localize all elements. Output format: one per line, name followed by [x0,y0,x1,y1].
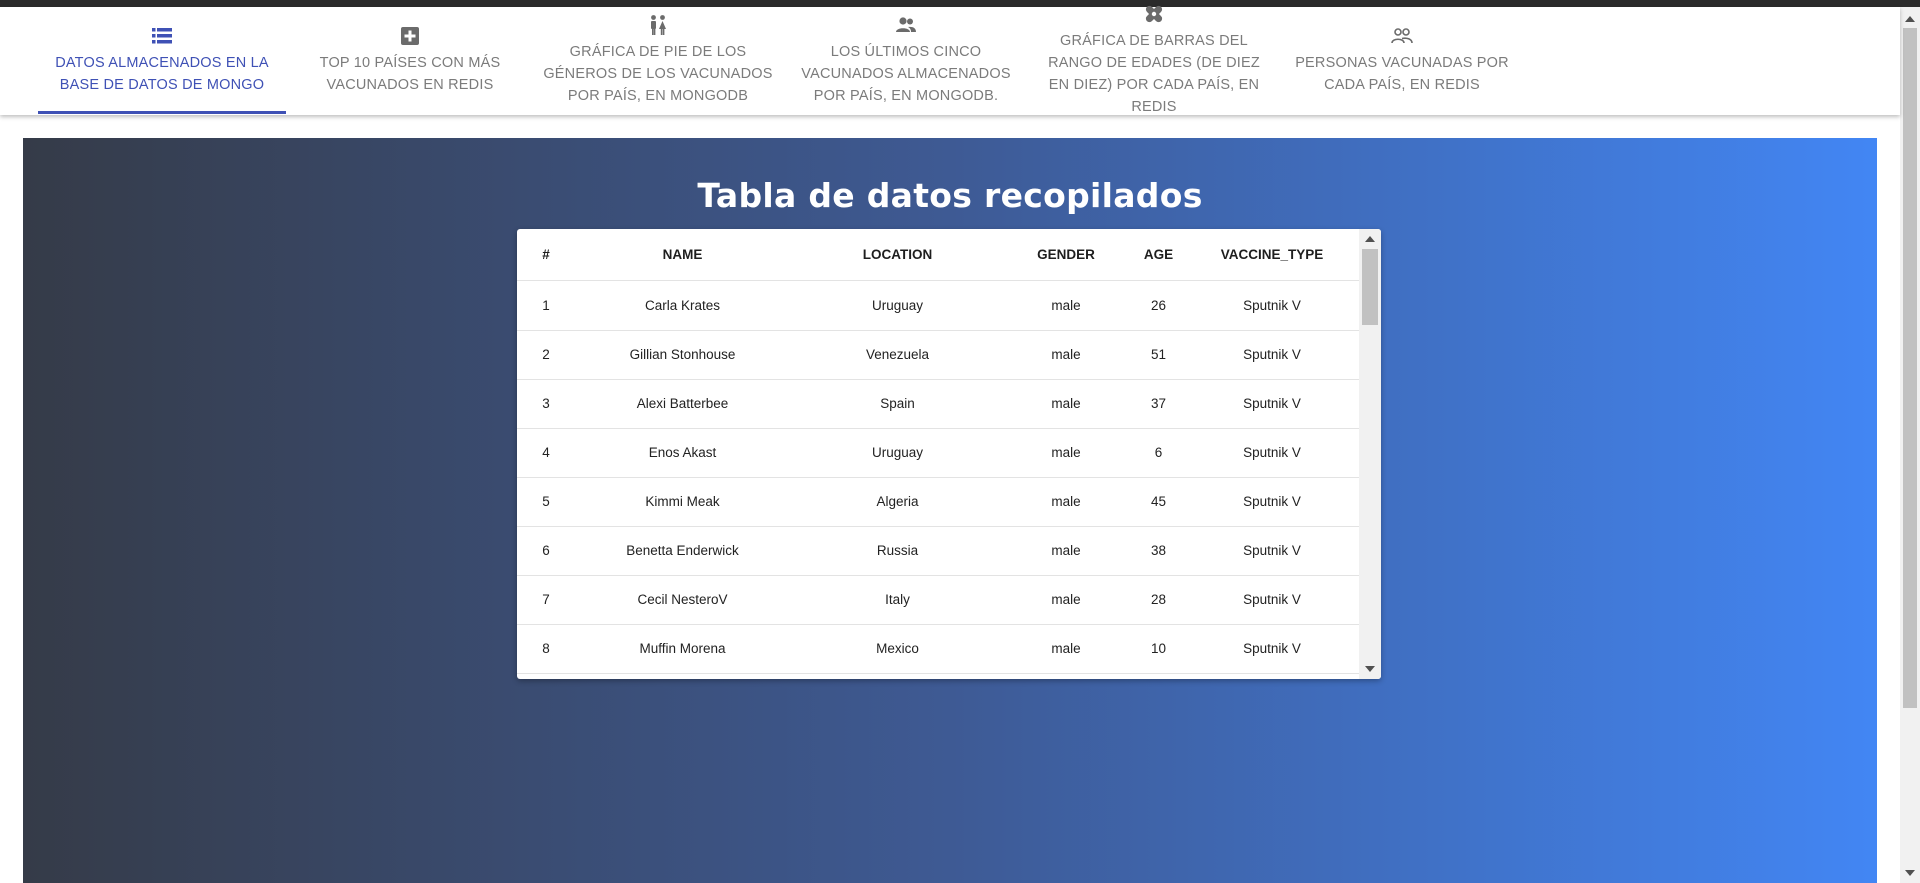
cell-vaccine-type: Sputnik V [1243,347,1301,362]
cell-number: 4 [542,445,550,460]
table-scrollbar[interactable] [1359,229,1381,679]
cell-location: Spain [880,396,915,411]
cell-age: 37 [1150,396,1167,411]
people-gender-icon [647,15,669,35]
tab-mongo-data[interactable]: DATOS ALMACENADOS EN LA BASE DE DATOS DE… [38,7,286,115]
tab-bar: DATOS ALMACENADOS EN LA BASE DE DATOS DE… [0,4,1900,115]
cell-name: Gillian Stonhouse [629,347,736,362]
tab-gender-pie-mongo[interactable]: GRÁFICA DE PIE DE LOS GÉNEROS DE LOS VAC… [534,7,782,115]
tab-age-bars-redis[interactable]: GRÁFICA DE BARRAS DEL RANGO DE EDADES (D… [1030,4,1278,115]
cell-name: Cecil NesteroV [637,592,728,607]
column-header-number: # [542,247,550,262]
browser-top-strip [0,0,1920,7]
cell-gender: male [1051,641,1081,656]
cell-location: Mexico [876,641,919,656]
tab-label: LOS ÚLTIMOS CINCO VACUNADOS ALMACENADOS … [801,44,1011,104]
cell-vaccine-type: Sputnik V [1243,494,1301,509]
cell-number: 7 [542,592,550,607]
tab-label: GRÁFICA DE PIE DE LOS GÉNEROS DE LOS VAC… [543,44,773,104]
cell-age: 45 [1150,494,1167,509]
cell-gender: male [1051,592,1081,607]
cell-gender: male [1051,543,1081,558]
active-tab-indicator [38,111,286,114]
cell-gender: male [1051,396,1081,411]
table-scrollbar-thumb[interactable] [1362,249,1378,325]
cell-number: 2 [542,347,550,362]
table-row: 4 Enos Akast Uruguay male 6 Sputnik V [517,428,1359,478]
cell-location: Uruguay [871,298,924,313]
cell-vaccine-type: Sputnik V [1243,641,1301,656]
cell-vaccine-type: Sputnik V [1243,543,1301,558]
tab-label: GRÁFICA DE BARRAS DEL RANGO DE EDADES (D… [1048,33,1260,115]
cell-name: Alexi Batterbee [636,396,729,411]
cell-gender: male [1051,347,1081,362]
people-icon [895,15,917,35]
table-scroll-area[interactable]: # NAME LOCATION GENDER AGE VACCINE_TYPE … [517,229,1359,679]
cell-location: Algeria [876,494,919,509]
cell-vaccine-type: Sputnik V [1243,445,1301,460]
cell-number: 8 [542,641,550,656]
cell-name: Enos Akast [648,445,717,460]
cell-gender: male [1051,445,1081,460]
scroll-up-arrow-icon[interactable] [1905,16,1915,22]
cell-age: 38 [1150,543,1167,558]
cell-gender: male [1051,494,1081,509]
cell-vaccine-type: Sputnik V [1243,396,1301,411]
data-table: # NAME LOCATION GENDER AGE VACCINE_TYPE … [517,229,1381,679]
page-title: Tabla de datos recopilados [697,176,1203,215]
cell-name: Muffin Morena [639,641,726,656]
list-icon [151,26,173,46]
table-row: 8 Muffin Morena Mexico male 10 Sputnik V [517,624,1359,674]
tab-top10-redis[interactable]: TOP 10 PAÍSES CON MÁS VACUNADOS EN REDIS [286,7,534,115]
page-scrollbar[interactable] [1900,7,1920,883]
table-row: 5 Kimmi Meak Algeria male 45 Sputnik V [517,477,1359,527]
scroll-down-arrow-icon[interactable] [1365,666,1375,672]
scroll-up-arrow-icon[interactable] [1365,236,1375,242]
column-header-vaccine-type: VACCINE_TYPE [1220,247,1324,262]
tab-last-five-mongo[interactable]: LOS ÚLTIMOS CINCO VACUNADOS ALMACENADOS … [782,7,1030,115]
cell-number: 3 [542,396,550,411]
cell-number: 6 [542,543,550,558]
table-row: 1 Carla Krates Uruguay male 26 Sputnik V [517,281,1359,331]
table-row: 3 Alexi Batterbee Spain male 37 Sputnik … [517,379,1359,429]
cell-age: 26 [1150,298,1167,313]
cell-name: Carla Krates [644,298,721,313]
cell-name: Kimmi Meak [645,494,720,509]
bandage-icon [1143,4,1165,24]
cell-gender: male [1051,298,1081,313]
column-header-age: AGE [1143,247,1174,262]
cell-location: Venezuela [865,347,930,362]
tab-label: DATOS ALMACENADOS EN LA BASE DE DATOS DE… [55,55,269,93]
tab-label: PERSONAS VACUNADAS POR CADA PAÍS, EN RED… [1295,55,1509,93]
table-row: 6 Benetta Enderwick Russia male 38 Sputn… [517,526,1359,576]
cell-location: Russia [876,543,919,558]
cell-age: 51 [1150,347,1167,362]
column-header-name: NAME [662,247,703,262]
cell-number: 1 [542,298,550,313]
plus-box-icon [399,26,421,46]
cell-number: 5 [542,494,550,509]
tab-vaccinated-per-country-redis[interactable]: PERSONAS VACUNADAS POR CADA PAÍS, EN RED… [1278,7,1526,115]
column-header-gender: GENDER [1037,247,1095,262]
cell-location: Uruguay [871,445,924,460]
column-header-location: LOCATION [862,247,933,262]
cell-vaccine-type: Sputnik V [1243,298,1301,313]
table-row: 2 Gillian Stonhouse Venezuela male 51 Sp… [517,330,1359,380]
cell-name: Benetta Enderwick [626,543,739,558]
cell-vaccine-type: Sputnik V [1243,592,1301,607]
cell-age: 28 [1150,592,1167,607]
scroll-down-arrow-icon[interactable] [1905,870,1915,876]
table-row: 7 Cecil NesteroV Italy male 28 Sputnik V [517,575,1359,625]
main-panel: Tabla de datos recopilados # NAME LOCATI… [23,138,1877,883]
tab-label: TOP 10 PAÍSES CON MÁS VACUNADOS EN REDIS [319,55,501,93]
people-outline-icon [1391,26,1413,46]
table-header-row: # NAME LOCATION GENDER AGE VACCINE_TYPE [517,229,1359,281]
cell-age: 10 [1150,641,1167,656]
cell-location: Italy [885,592,910,607]
cell-age: 6 [1154,445,1163,460]
page-scrollbar-thumb[interactable] [1903,28,1917,708]
